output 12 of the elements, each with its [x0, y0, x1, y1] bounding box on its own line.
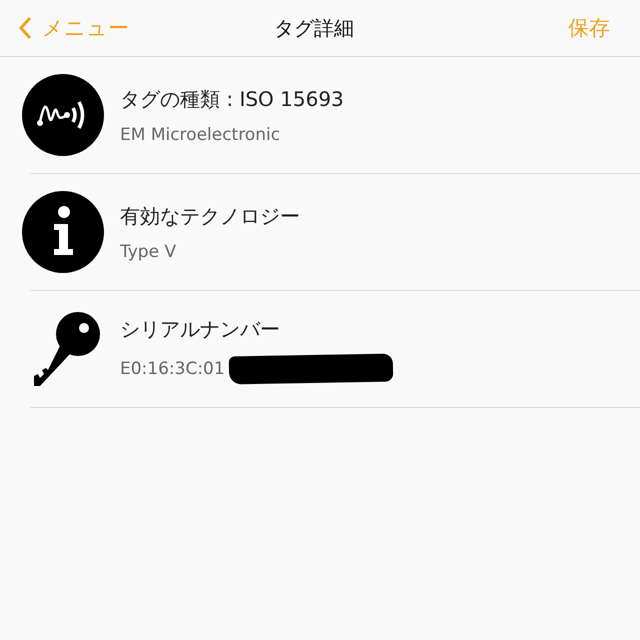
chevron-left-icon — [18, 16, 32, 40]
row-subtitle: Type V — [120, 242, 176, 262]
nfc-signal-icon — [22, 74, 104, 156]
save-button[interactable]: 保存 — [568, 14, 610, 42]
row-title: タグの種類 : ISO 15693 — [120, 86, 344, 112]
row-subtitle: E0:16:3C:01 — [120, 358, 225, 378]
info-icon — [22, 191, 104, 273]
row-title: 有効なテクノロジー — [120, 202, 300, 230]
nav-title: タグ詳細 — [274, 14, 354, 42]
back-button[interactable]: メニュー — [18, 14, 129, 42]
row-subtitle: EM Microelectronic — [120, 124, 280, 144]
row-title: シリアルナンバー — [120, 316, 281, 342]
